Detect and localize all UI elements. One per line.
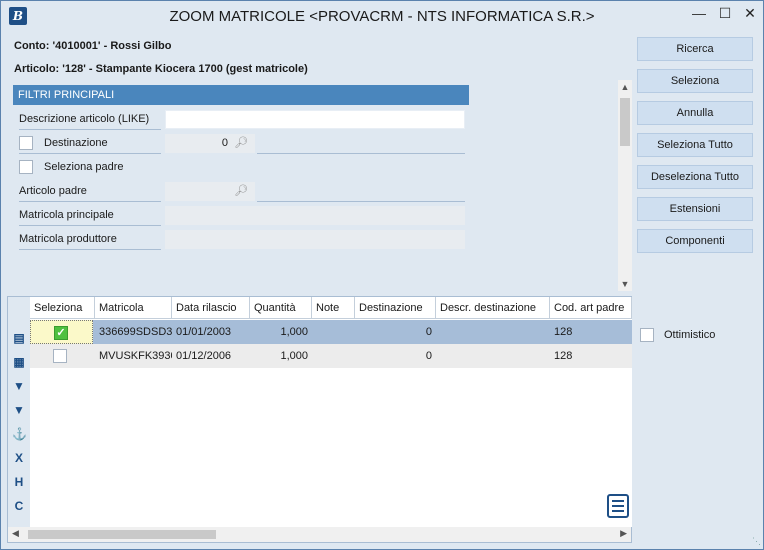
articolo-padre-row: Articolo padre 🔎︎ [13, 181, 469, 203]
articolo-padre-descr-line [257, 201, 465, 202]
matricola-principale-row: Matricola principale [13, 205, 469, 227]
close-button[interactable]: ✕ [738, 3, 762, 25]
col-header-destinazione[interactable]: Destinazione [355, 297, 436, 319]
cell-note [312, 320, 355, 344]
cell-data-rilascio: 01/12/2006 [176, 350, 232, 362]
cell-quantita: 1,000 [280, 326, 308, 338]
anchor-icon[interactable]: ⚓ [12, 427, 27, 441]
matricola-principale-underline [19, 225, 161, 226]
seleziona-tutto-button[interactable]: Seleziona Tutto [637, 133, 753, 157]
scroll-left-icon[interactable]: ◀ [12, 528, 19, 539]
scroll-thumb[interactable] [620, 98, 630, 146]
zoom-matricole-window: B ZOOM MATRICOLE <PROVACRM - NTS INFORMA… [0, 0, 764, 550]
componenti-button[interactable]: Componenti [637, 229, 753, 253]
seleziona-padre-checkbox[interactable] [19, 160, 33, 174]
articolo-label: Articolo: '128' - Stampante Kiocera 1700… [14, 63, 308, 75]
matricole-grid: Seleziona Matricola Data rilascio Quanti… [30, 297, 632, 527]
destinazione-row: Destinazione 0 🔎︎ [13, 133, 469, 155]
destinazione-underline [19, 153, 161, 154]
deseleziona-tutto-button[interactable]: Deseleziona Tutto [637, 165, 753, 189]
cell-quantita: 1,000 [280, 350, 308, 362]
destinazione-input[interactable]: 0 🔎︎ [165, 134, 255, 153]
matricole-grid-area: ▤ ▦ ▼ ▼ ⚓ X H C Seleziona Matricola Data… [7, 296, 632, 543]
filter-clear-icon[interactable]: ▼ [12, 403, 26, 417]
list-icon[interactable]: ▤ [12, 331, 26, 345]
col-header-data-rilascio[interactable]: Data rilascio [172, 297, 250, 319]
cell-matricola: MVUSKFK3930 [99, 350, 172, 362]
cell-note [312, 344, 355, 368]
filter-icon[interactable]: ▼ [12, 379, 26, 393]
col-header-matricola[interactable]: Matricola [95, 297, 172, 319]
seleziona-padre-label: Seleziona padre [44, 161, 124, 173]
filter-vertical-scrollbar[interactable]: ▲ ▼ [618, 80, 632, 291]
ottimistico-checkbox[interactable] [640, 328, 654, 342]
cell-destinazione: 0 [425, 350, 432, 362]
articolo-padre-input[interactable]: 🔎︎ [165, 182, 255, 201]
matricola-produttore-underline [19, 249, 161, 250]
ricerca-button[interactable]: Ricerca [637, 37, 753, 61]
seleziona-padre-row: Seleziona padre [13, 157, 469, 179]
matricola-produttore-label: Matricola produttore [19, 233, 117, 245]
scroll-thumb[interactable] [28, 530, 216, 539]
search-icon[interactable]: 🔎︎ [234, 184, 248, 197]
articolo-padre-underline [19, 201, 161, 202]
matricola-produttore-input[interactable] [165, 230, 465, 249]
articolo-padre-label: Articolo padre [19, 185, 87, 197]
scroll-down-icon[interactable]: ▼ [618, 279, 632, 289]
col-header-cod-art-padre[interactable]: Cod. art padre [550, 297, 632, 319]
destinazione-checkbox[interactable] [19, 136, 33, 150]
grid-horizontal-scrollbar[interactable]: ◀ ▶ [8, 527, 631, 542]
ottimistico-label: Ottimistico [664, 329, 716, 341]
filter-pane: Conto: '4010001' - Rossi Gilbo Articolo:… [7, 33, 632, 291]
destinazione-label: Destinazione [44, 137, 108, 149]
seleziona-button[interactable]: Seleziona [637, 69, 753, 93]
cell-data-rilascio: 01/01/2003 [176, 326, 232, 338]
matricola-produttore-row: Matricola produttore [13, 229, 469, 251]
conto-label: Conto: '4010001' - Rossi Gilbo [14, 40, 172, 52]
annulla-button[interactable]: Annulla [637, 101, 753, 125]
grid-list-icon[interactable] [607, 494, 629, 518]
scroll-right-icon[interactable]: ▶ [620, 528, 627, 539]
col-header-note[interactable]: Note [312, 297, 355, 319]
estensioni-button[interactable]: Estensioni [637, 197, 753, 221]
matricola-principale-label: Matricola principale [19, 209, 114, 221]
seleziona-cell[interactable]: ✓ [30, 320, 93, 344]
descrizione-label: Descrizione articolo (LIKE) [19, 113, 150, 125]
matricola-principale-input[interactable] [165, 206, 465, 225]
cell-descr-destinazione [436, 320, 550, 344]
row-checkbox-checked[interactable]: ✓ [54, 326, 68, 340]
search-icon[interactable]: 🔎︎ [234, 136, 248, 149]
table-row[interactable]: MVUSKFK3930 01/12/2006 1,000 0 128 [30, 344, 632, 368]
maximize-button[interactable]: ☐ [713, 3, 737, 25]
cell-descr-destinazione [436, 344, 550, 368]
col-header-seleziona[interactable]: Seleziona [30, 297, 95, 319]
window-title: ZOOM MATRICOLE <PROVACRM - NTS INFORMATI… [169, 8, 595, 25]
filtri-principali-header: FILTRI PRINCIPALI [13, 85, 469, 105]
table-row[interactable]: ✓ 336699SDSD3 01/01/2003 1,000 0 128 [30, 320, 632, 344]
filtri-principali-panel: FILTRI PRINCIPALI Descrizione articolo (… [13, 85, 469, 291]
descrizione-underline [19, 129, 161, 130]
grid-icon[interactable]: ▦ [12, 355, 26, 369]
destinazione-descr-line [257, 153, 465, 154]
grid-toolbar: ▤ ▦ ▼ ▼ ⚓ X H C [8, 297, 30, 527]
title-bar: B ZOOM MATRICOLE <PROVACRM - NTS INFORMA… [1, 1, 763, 32]
scroll-up-icon[interactable]: ▲ [618, 82, 632, 92]
minimize-button[interactable]: — [687, 3, 711, 25]
descrizione-input[interactable] [165, 110, 465, 129]
cell-cod-art-padre: 128 [554, 350, 573, 362]
resize-grip-icon[interactable]: ⋱ [752, 536, 761, 547]
cell-cod-art-padre: 128 [554, 326, 573, 338]
export-x-icon[interactable]: X [12, 451, 26, 465]
cell-destinazione: 0 [425, 326, 432, 338]
row-checkbox[interactable] [53, 349, 67, 363]
actions-pane: Ricerca Seleziona Annulla Seleziona Tutt… [632, 33, 763, 549]
descrizione-row: Descrizione articolo (LIKE) [13, 109, 469, 131]
destinazione-value: 0 [221, 137, 228, 149]
col-header-descr-destinazione[interactable]: Descr. destinazione [436, 297, 550, 319]
col-header-quantita[interactable]: Quantità [250, 297, 312, 319]
cell-matricola: 336699SDSD3 [99, 326, 172, 338]
export-h-icon[interactable]: H [12, 475, 26, 489]
export-c-icon[interactable]: C [12, 499, 26, 513]
